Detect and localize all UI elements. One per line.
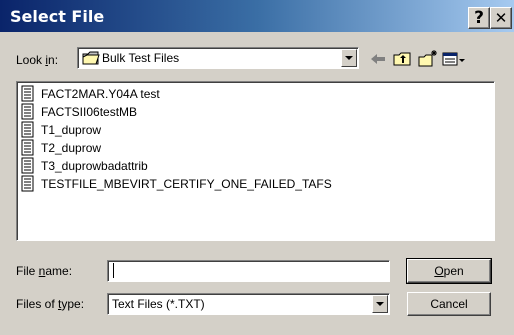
chevron-down-icon — [345, 56, 353, 60]
help-button[interactable]: ? — [468, 7, 490, 29]
text-file-icon — [21, 121, 35, 141]
new-folder-icon — [418, 50, 437, 67]
file-name-label-suffix: ame: — [45, 264, 73, 278]
chevron-down-icon — [376, 302, 384, 306]
look-in-label-suffix: n: — [48, 53, 59, 67]
file-list[interactable]: FACT2MAR.Y04A test FACTSII06testMB T1_du… — [16, 81, 495, 241]
look-in-dropdown[interactable]: Bulk Test Files — [77, 47, 359, 69]
dialog-title: Select File — [10, 7, 105, 26]
text-file-icon — [21, 157, 35, 177]
look-in-value: Bulk Test Files — [102, 51, 180, 65]
file-name: T3_duprowbadattrib — [41, 159, 148, 173]
view-menu-icon — [442, 52, 465, 66]
title-bar[interactable]: Select File ? ✕ — [0, 0, 514, 32]
up-folder-icon — [393, 52, 411, 66]
look-in-label: Look in: — [16, 53, 58, 67]
file-type-label: Files of type: — [16, 297, 84, 311]
select-file-dialog: Select File ? ✕ Look in: Bulk Test Files — [0, 0, 514, 335]
file-name: FACTSII06testMB — [41, 105, 138, 119]
file-type-dropdown[interactable]: Text Files (*.TXT) — [107, 293, 390, 315]
file-name-input[interactable] — [107, 260, 390, 282]
file-type-label-text: Files of — [16, 297, 59, 311]
back-button[interactable] — [367, 49, 389, 69]
open-button-label: pen — [443, 264, 464, 278]
file-name: FACT2MAR.Y04A test — [41, 87, 160, 101]
file-name: T1_duprow — [41, 123, 102, 137]
look-in-label-text: Look — [16, 53, 46, 67]
file-name: T2_duprow — [41, 141, 102, 155]
cancel-button[interactable]: Cancel — [407, 292, 491, 316]
text-caret — [113, 263, 114, 278]
view-menu-button[interactable] — [441, 49, 467, 69]
file-type-dropdown-button[interactable] — [372, 295, 388, 313]
open-button[interactable]: Open — [406, 258, 492, 284]
file-type-label-suffix: ype: — [61, 297, 85, 311]
look-in-dropdown-button[interactable] — [341, 49, 357, 67]
text-file-icon — [21, 85, 35, 105]
text-file-icon — [21, 139, 35, 159]
close-button[interactable]: ✕ — [490, 7, 512, 29]
file-name-label: File name: — [16, 264, 72, 278]
folder-icon — [82, 51, 100, 68]
up-folder-button[interactable] — [392, 49, 414, 69]
text-file-icon — [21, 175, 35, 195]
text-file-icon — [21, 103, 35, 123]
file-name-label-text: File — [16, 264, 39, 278]
file-type-value: Text Files (*.TXT) — [112, 297, 205, 311]
back-arrow-icon — [371, 54, 385, 64]
open-button-hotkey: O — [434, 264, 444, 278]
new-folder-button[interactable] — [417, 49, 439, 69]
file-name: TESTFILE_MBEVIRT_CERTIFY_ONE_FAILED_TAFS — [41, 177, 332, 191]
